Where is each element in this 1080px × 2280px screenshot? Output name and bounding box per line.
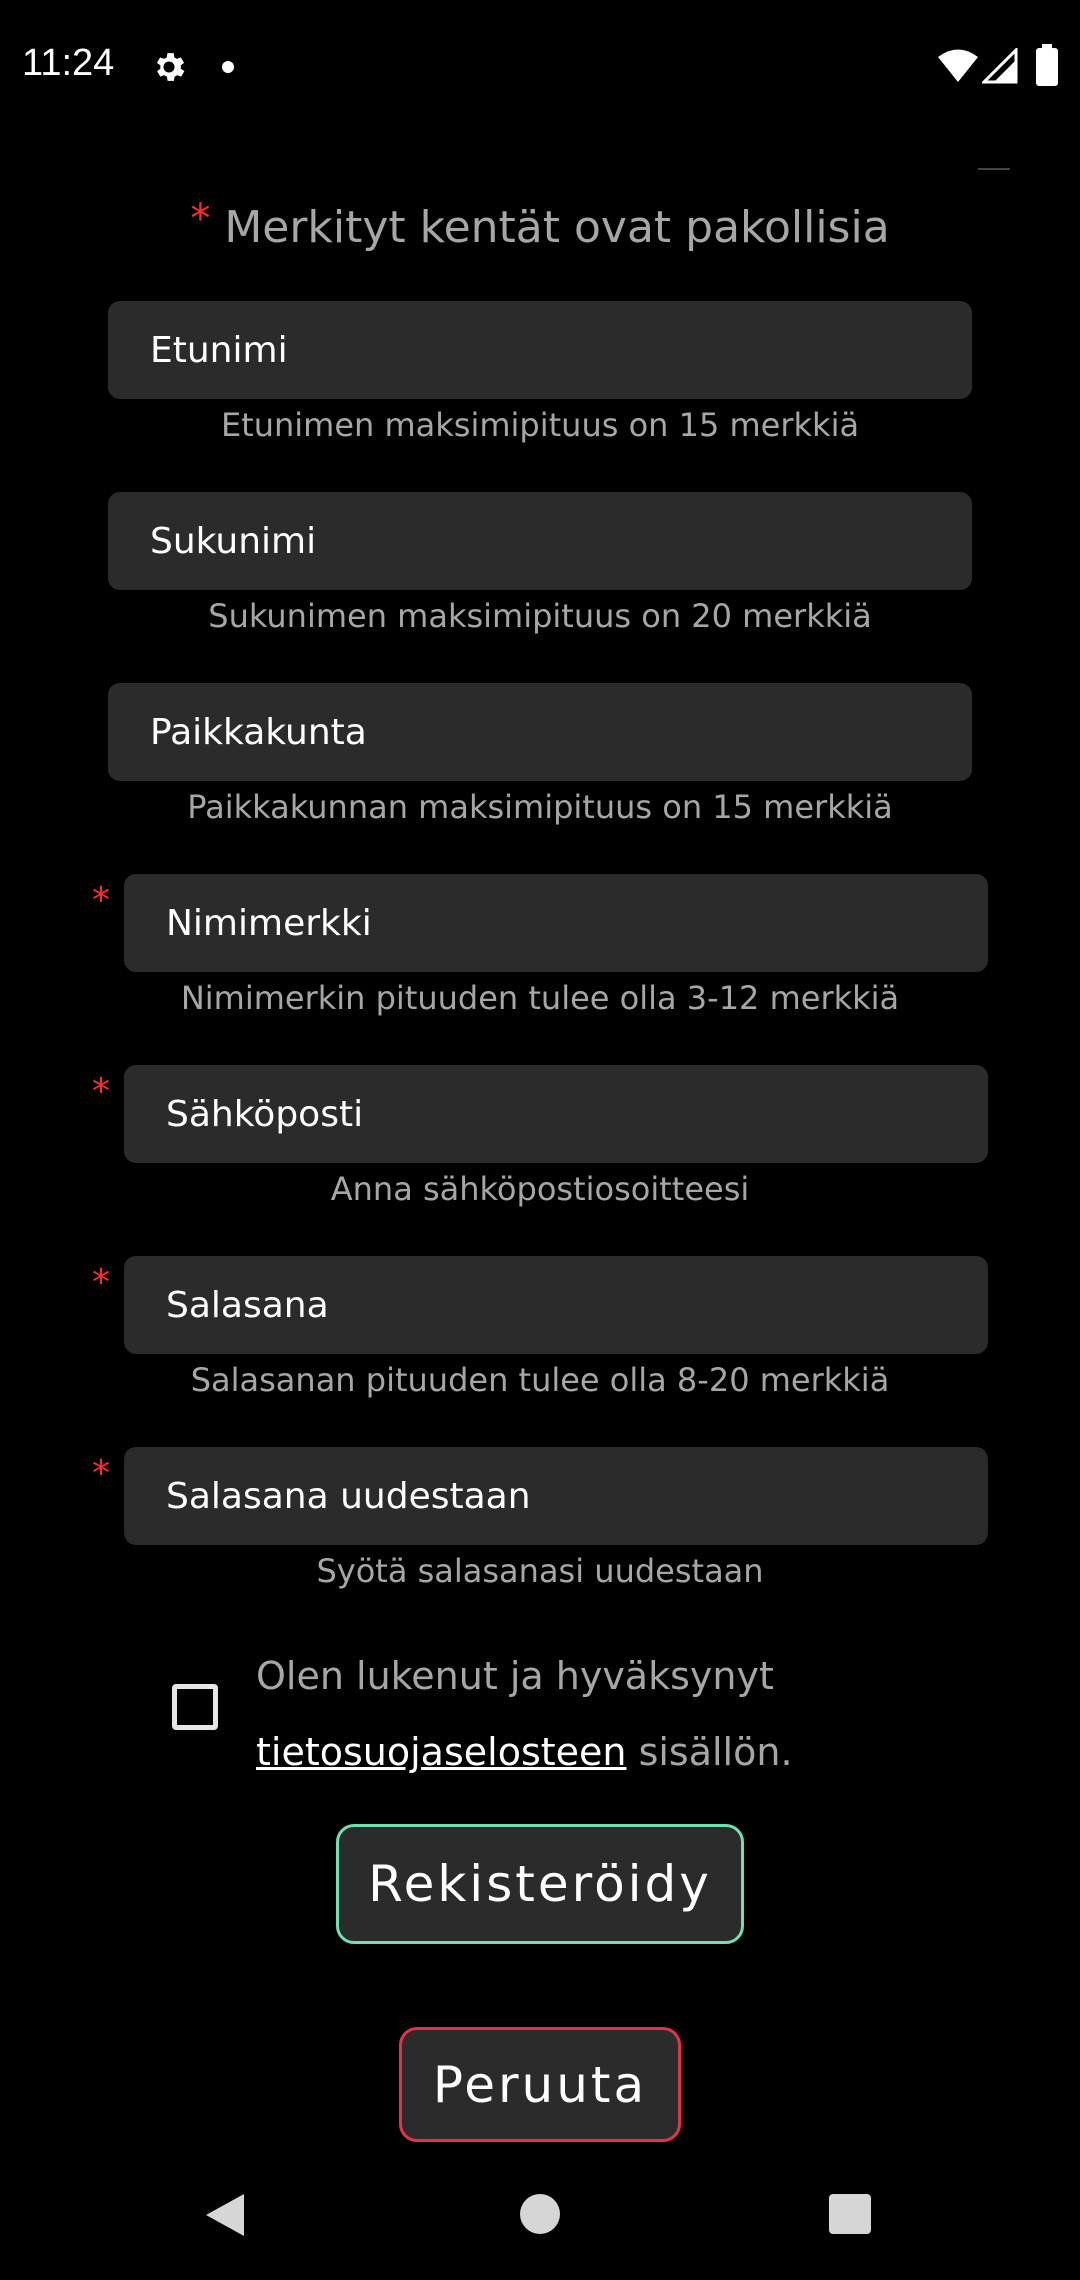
email-placeholder: Sähköposti — [166, 1093, 364, 1135]
last-name-placeholder: Sukunimi — [150, 520, 317, 562]
first-name-field[interactable]: Etunimi — [108, 301, 972, 399]
register-button[interactable]: Rekisteröidy — [336, 1824, 744, 1944]
home-icon[interactable] — [520, 2194, 560, 2234]
city-placeholder: Paikkakunta — [150, 711, 367, 753]
first-name-placeholder: Etunimi — [150, 329, 288, 371]
wifi-icon — [938, 49, 978, 82]
back-icon[interactable] — [204, 2192, 246, 2238]
privacy-policy-link[interactable]: tietosuojaselosteen — [256, 1730, 626, 1774]
password-required-star: * — [92, 1262, 110, 1303]
nickname-hint: Nimimerkin pituuden tulee olla 3-12 merk… — [180, 979, 900, 1017]
privacy-consent-text: Olen lukenut ja hyväksynyt tietosuojasel… — [256, 1638, 976, 1790]
recent-apps-icon[interactable] — [829, 2194, 871, 2234]
notification-dot-icon — [222, 61, 234, 73]
password-confirm-required-star: * — [92, 1453, 110, 1494]
required-note-text: Merkityt kentät ovat pakollisia — [224, 202, 890, 253]
last-name-field[interactable]: Sukunimi — [108, 492, 972, 590]
last-name-hint: Sukunimen maksimipituus on 20 merkkiä — [208, 597, 872, 635]
password-confirm-placeholder: Salasana uudestaan — [166, 1475, 531, 1517]
password-confirm-hint: Syötä salasanasi uudestaan — [316, 1552, 764, 1590]
battery-icon — [1036, 44, 1058, 86]
status-bar: 11:24 — [0, 0, 1080, 135]
privacy-consent-checkbox[interactable] — [172, 1684, 218, 1730]
cancel-button-label: Peruuta — [432, 2055, 648, 2114]
email-hint: Anna sähköpostiosoitteesi — [330, 1170, 750, 1208]
password-hint: Salasanan pituuden tulee olla 8-20 merkk… — [190, 1361, 890, 1399]
cancel-button[interactable]: Peruuta — [399, 2027, 681, 2142]
nickname-field[interactable]: Nimimerkki — [124, 874, 988, 972]
register-button-label: Rekisteröidy — [368, 1855, 712, 1913]
required-fields-note: * Merkityt kentät ovat pakollisia — [0, 196, 1080, 253]
first-name-hint: Etunimen maksimipituus on 15 merkkiä — [220, 406, 860, 444]
consent-line1: Olen lukenut ja hyväksynyt — [256, 1654, 774, 1698]
email-required-star: * — [92, 1071, 110, 1112]
gear-icon — [156, 53, 185, 81]
scroll-edge-divider — [978, 168, 1010, 170]
city-field[interactable]: Paikkakunta — [108, 683, 972, 781]
password-confirm-field[interactable]: Salasana uudestaan — [124, 1447, 988, 1545]
signal-icon — [982, 48, 1018, 84]
required-star: * — [190, 196, 211, 242]
status-time: 11:24 — [22, 42, 115, 84]
password-placeholder: Salasana — [166, 1284, 329, 1326]
nickname-placeholder: Nimimerkki — [166, 902, 372, 944]
password-field[interactable]: Salasana — [124, 1256, 988, 1354]
nickname-required-star: * — [92, 880, 110, 921]
consent-line2: sisällön. — [626, 1730, 793, 1774]
email-field[interactable]: Sähköposti — [124, 1065, 988, 1163]
city-hint: Paikkakunnan maksimipituus on 15 merkkiä — [187, 788, 893, 826]
